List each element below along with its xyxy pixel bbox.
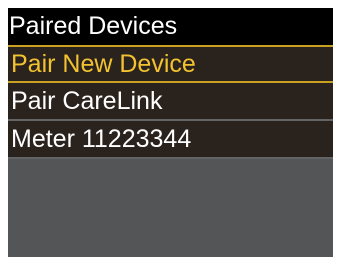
screen: Paired Devices Pair New Device Pair Care…	[0, 0, 340, 257]
menu-item-pair-new-device[interactable]: Pair New Device	[8, 45, 333, 83]
pump-display: Paired Devices Pair New Device Pair Care…	[8, 8, 333, 257]
page-title: Paired Devices	[8, 8, 333, 45]
paired-devices-menu: Pair New Device Pair CareLink Meter 1122…	[8, 45, 333, 159]
menu-item-meter[interactable]: Meter 11223344	[8, 121, 333, 159]
menu-item-pair-carelink[interactable]: Pair CareLink	[8, 83, 333, 121]
